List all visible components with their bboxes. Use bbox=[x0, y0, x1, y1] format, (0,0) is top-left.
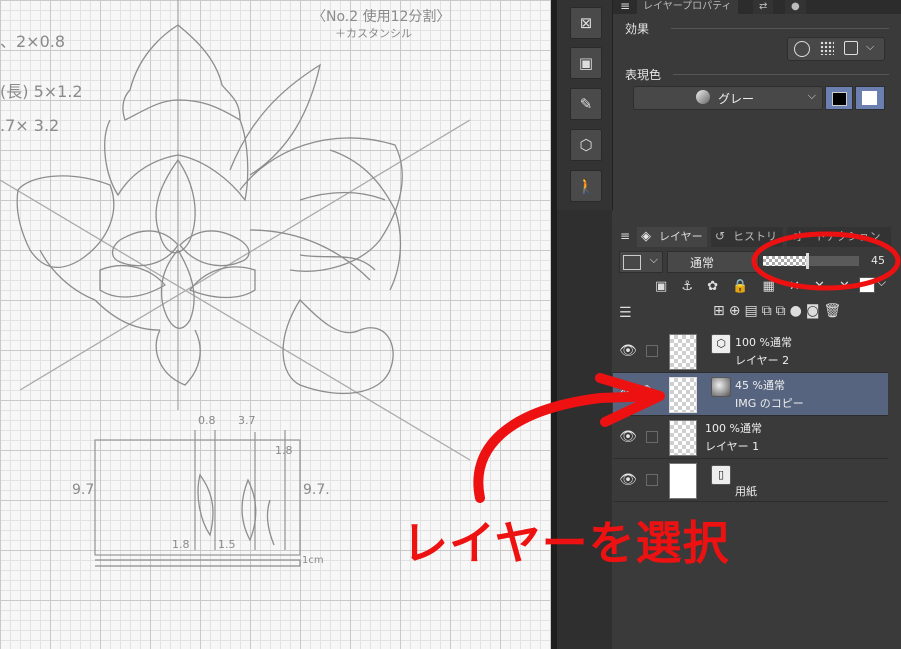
tab-auto-action[interactable]: オートアクション bbox=[787, 227, 891, 247]
layer-name: IMG のコピー bbox=[735, 397, 804, 410]
color-square-icon[interactable] bbox=[859, 277, 875, 293]
figure-pose-icon[interactable]: 🚶 bbox=[570, 170, 602, 202]
tab-history[interactable]: ↺ ヒストリ bbox=[711, 227, 783, 247]
opacity-slider[interactable] bbox=[763, 253, 859, 269]
tab-layer-properties-label: レイヤープロパティ bbox=[643, 1, 732, 12]
menu-icon[interactable]: ≡ bbox=[617, 228, 633, 244]
opacity-value[interactable]: 45 bbox=[871, 254, 885, 267]
gray-layer-icon bbox=[711, 377, 731, 397]
note-title: 〈No.2 使用12分割〉 bbox=[312, 9, 451, 25]
edit-pen-icon[interactable]: ✎ bbox=[643, 383, 655, 399]
vase-left-dimension: 9.7 bbox=[72, 482, 95, 498]
layer-color-effect-icon[interactable] bbox=[844, 41, 858, 55]
tab-layer[interactable]: ◈ レイヤー bbox=[637, 227, 707, 247]
vase-bottom-dimension-3: 1cm bbox=[302, 555, 324, 566]
expression-color-value: グレー bbox=[718, 92, 755, 106]
folder-3d-icon[interactable]: ⬡ bbox=[570, 129, 602, 161]
layer-row-layer2[interactable]: 👁 ⬡ 100 %通常 レイヤー 2 bbox=[613, 330, 888, 373]
layer-action-icons[interactable]: ⊞⊕▤⧉⧉●◙🗑 bbox=[713, 303, 845, 319]
vase-bottom-dimension-1: 1.8 bbox=[172, 538, 190, 551]
layer-select-checkbox[interactable] bbox=[646, 345, 658, 357]
chevron-down-icon: ⌵ bbox=[649, 253, 658, 266]
tab-history-label: ヒストリ bbox=[733, 230, 777, 243]
layer-panel: ≡ ◈ レイヤー ↺ ヒストリ オートアクション ⌵ 通常 45 ▣ ⚓ ✿ 🔒… bbox=[613, 223, 901, 649]
blend-mode-value: 通常 bbox=[690, 256, 715, 270]
side-toolbar: ⊠ ▣ ✎ ⬡ 🚶 bbox=[557, 0, 613, 210]
paper-icon: ▯ bbox=[711, 465, 731, 485]
layer-mode: 45 %通常 bbox=[735, 379, 785, 392]
layer-properties-panel: ≡ レイヤープロパティ ⇄ ● 効果 ⌵ 表現色 グレー ⌵ bbox=[613, 0, 901, 222]
eye-icon[interactable]: 👁 bbox=[619, 471, 637, 489]
tab-layer-properties[interactable]: レイヤープロパティ bbox=[637, 0, 738, 14]
toolbar-empty-area bbox=[557, 210, 612, 649]
white-swatch bbox=[862, 91, 877, 105]
vase-top-dimension-1: 0.8 bbox=[198, 414, 216, 427]
main-color-swatch[interactable] bbox=[825, 86, 853, 110]
layer-row-img-copy[interactable]: 👁 ✎ 45 %通常 IMG のコピー bbox=[613, 373, 888, 416]
chevron-down-icon: ⌵ bbox=[807, 89, 816, 102]
menu-icon[interactable]: ≡ bbox=[617, 0, 633, 14]
color-box-icon bbox=[623, 255, 641, 270]
annotation-text: レイヤーを選択 bbox=[402, 516, 730, 570]
tab-auto-action-label: オートアクション bbox=[793, 230, 881, 243]
layer-name: 用紙 bbox=[735, 485, 757, 498]
opacity-slider-handle[interactable] bbox=[806, 253, 809, 269]
gray-color-icon bbox=[696, 90, 710, 104]
vase-bottom-dimension-2: 1.5 bbox=[218, 538, 236, 551]
chevron-down-icon[interactable]: ⌵ bbox=[866, 40, 874, 54]
expression-color-label: 表現色 bbox=[625, 68, 662, 82]
note-subtitle: ＋カスタンシル bbox=[335, 27, 412, 40]
vase-right-dimension: 9.7. bbox=[303, 482, 330, 498]
dimension-note-2: (長) 5×1.2 bbox=[0, 82, 83, 101]
layers-stack-icon: ◈ bbox=[641, 229, 651, 244]
effect-selector[interactable]: ⌵ bbox=[787, 37, 885, 61]
vase-side-dimension: 1.8 bbox=[275, 444, 293, 457]
layer-thumbnail bbox=[669, 420, 697, 456]
border-effect-icon[interactable] bbox=[794, 41, 810, 57]
layer-select-checkbox[interactable] bbox=[646, 431, 658, 443]
tone-effect-icon[interactable] bbox=[820, 41, 834, 55]
effect-label: 効果 bbox=[625, 22, 650, 36]
eye-icon[interactable]: 👁 bbox=[619, 428, 637, 446]
layer-lock-icons[interactable]: ▣ ⚓ ✿ 🔒 ▦ ✕ ✕ ✕ bbox=[655, 279, 855, 294]
layer-name: レイヤー 1 bbox=[705, 440, 760, 453]
expression-color-dropdown[interactable]: グレー ⌵ bbox=[633, 86, 823, 110]
history-icon: ↺ bbox=[715, 229, 726, 243]
layer-thumbnail bbox=[669, 463, 697, 499]
layer-row-paper[interactable]: 👁 ▯ 用紙 bbox=[613, 459, 888, 502]
3d-cube-icon: ⬡ bbox=[711, 334, 731, 354]
tab-transform[interactable]: ⇄ bbox=[753, 0, 774, 14]
opacity-slider-fill bbox=[763, 256, 806, 266]
sub-color-swatch[interactable] bbox=[855, 86, 885, 110]
properties-tabbar: ≡ レイヤープロパティ ⇄ ● bbox=[613, 0, 901, 14]
dimension-note-1: 、2×0.8 bbox=[0, 32, 66, 51]
tab-layer-label: レイヤー bbox=[659, 230, 703, 243]
dimension-note-3: .7× 3.2 bbox=[0, 116, 60, 135]
grid-transform-icon[interactable]: ⊠ bbox=[570, 7, 602, 39]
layer-thumbnail bbox=[669, 377, 697, 413]
layer-name: レイヤー 2 bbox=[735, 354, 790, 367]
folder-image-icon[interactable]: ▣ bbox=[570, 47, 602, 79]
tab-navigator[interactable]: ● bbox=[785, 0, 806, 14]
black-swatch bbox=[832, 92, 847, 106]
eye-icon[interactable]: 👁 bbox=[619, 342, 637, 360]
edit-page-icon[interactable]: ✎ bbox=[570, 88, 602, 120]
layer-mode: 100 %通常 bbox=[705, 422, 762, 435]
effect-divider bbox=[671, 28, 889, 29]
layer-list-icon[interactable]: ☰ bbox=[619, 305, 632, 321]
layer-color-dropdown[interactable]: ⌵ bbox=[619, 251, 663, 273]
layer-mode: 100 %通常 bbox=[735, 336, 792, 349]
blend-mode-dropdown[interactable]: 通常 bbox=[667, 251, 759, 273]
vase-top-dimension-2: 3.7 bbox=[238, 414, 256, 427]
chevron-down-icon[interactable]: ⌵ bbox=[877, 275, 886, 290]
eye-icon[interactable]: 👁 bbox=[619, 385, 637, 403]
layer-select-checkbox[interactable] bbox=[646, 474, 658, 486]
layer-row-layer1[interactable]: 👁 100 %通常 レイヤー 1 bbox=[613, 416, 888, 459]
layer-thumbnail bbox=[669, 334, 697, 370]
expression-divider bbox=[673, 74, 889, 75]
